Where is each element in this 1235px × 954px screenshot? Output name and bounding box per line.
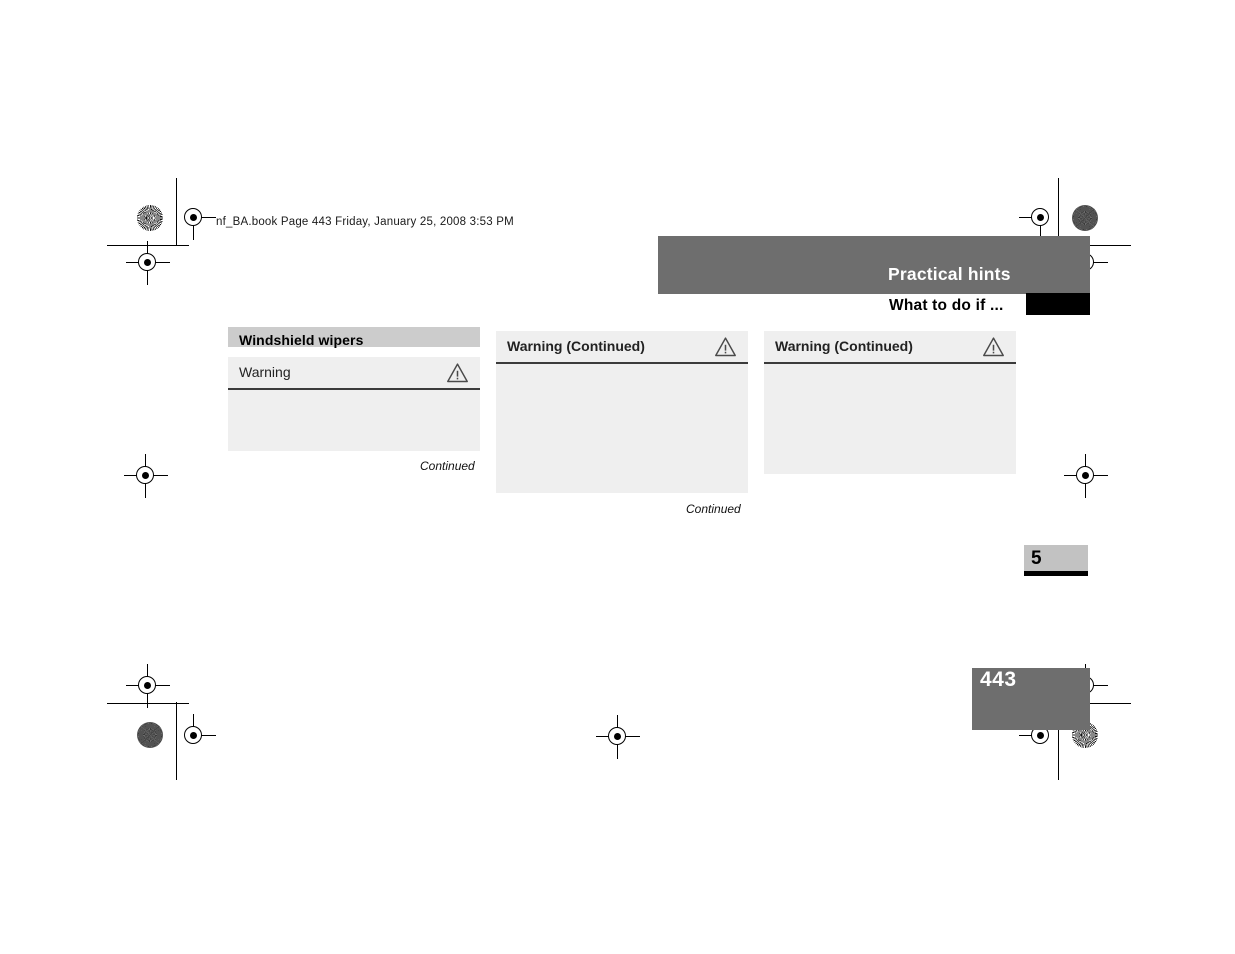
warning-box-left-label: Warning bbox=[239, 364, 291, 380]
chapter-tab-number: 5 bbox=[1031, 548, 1042, 569]
warning-box-right: Warning (Continued) bbox=[764, 331, 1016, 474]
warning-box-left: Warning bbox=[228, 357, 480, 451]
warning-box-left-body bbox=[228, 390, 480, 448]
warning-triangle-icon bbox=[714, 336, 737, 357]
section-title-windshield-wipers: Windshield wipers bbox=[228, 327, 480, 348]
registration-mark-top-left-inner bbox=[172, 196, 216, 240]
color-registration-dot-top-right bbox=[1072, 205, 1098, 231]
warning-box-middle-header: Warning (Continued) bbox=[496, 331, 748, 364]
printed-page-canvas: nf_BA.book Page 443 Friday, January 25, … bbox=[0, 0, 1235, 954]
registration-mark-mid-right bbox=[1064, 454, 1108, 498]
color-registration-dot-top-left bbox=[137, 205, 163, 231]
warning-box-right-label: Warning (Continued) bbox=[775, 338, 913, 354]
running-head-band bbox=[658, 236, 1090, 294]
folio-page-number: 443 bbox=[980, 668, 1017, 691]
registration-mark-bottom-left-inner bbox=[172, 714, 216, 758]
warning-box-middle-body bbox=[496, 364, 748, 490]
warning-box-middle: Warning (Continued) bbox=[496, 331, 748, 493]
warning-box-middle-label: Warning (Continued) bbox=[507, 338, 645, 354]
crop-line-bottomleft-horizontal bbox=[107, 703, 189, 705]
registration-mark-top-left-outer bbox=[126, 241, 170, 285]
color-registration-dot-bottom-left bbox=[137, 722, 163, 748]
book-info-line: nf_BA.book Page 443 Friday, January 25, … bbox=[216, 216, 514, 228]
warning-box-right-header: Warning (Continued) bbox=[764, 331, 1016, 364]
continued-label-middle: Continued bbox=[686, 502, 741, 516]
registration-mark-mid-left bbox=[124, 454, 168, 498]
crop-line-topleft-horizontal bbox=[107, 245, 189, 247]
warning-triangle-icon bbox=[982, 336, 1005, 357]
registration-mark-top-right-inner bbox=[1019, 196, 1063, 240]
registration-mark-bottom-left-outer bbox=[126, 664, 170, 708]
running-head-subtitle: What to do if ... bbox=[889, 297, 1004, 314]
section-thumb-marker bbox=[1026, 293, 1090, 315]
warning-box-left-header: Warning bbox=[228, 357, 480, 390]
warning-box-right-body bbox=[764, 364, 1016, 471]
crop-line-left-bottom bbox=[176, 702, 178, 780]
crop-line-left-top bbox=[176, 178, 178, 246]
registration-mark-bottom-center bbox=[596, 715, 640, 759]
running-head-title: Practical hints bbox=[888, 264, 1011, 284]
chapter-tab-rule bbox=[1024, 571, 1088, 576]
continued-label-left: Continued bbox=[420, 459, 475, 473]
warning-triangle-icon bbox=[446, 362, 469, 383]
